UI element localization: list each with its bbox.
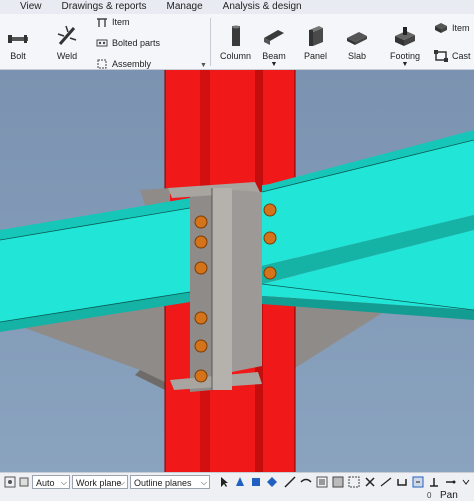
model-3d-view[interactable] <box>0 70 474 472</box>
snap-perpendicular-icon[interactable] <box>428 476 440 488</box>
cast-button[interactable]: Cast <box>434 50 471 62</box>
status-bar: Auto ⌵ Work plane ⌵ Outline planes ⌵ <box>0 472 474 491</box>
bolt-button[interactable]: Bolt <box>6 28 30 61</box>
snap-line-icon[interactable] <box>380 476 392 488</box>
bolted-parts-label: Bolted parts <box>112 38 161 48</box>
bolt-label: Bolt <box>10 51 26 61</box>
snap-extension-icon[interactable] <box>444 476 456 488</box>
menu-manage[interactable]: Manage <box>157 0 213 14</box>
ribbon: Bolt Weld Item Bolted parts Assembly ▼ C… <box>0 14 474 70</box>
footing-icon <box>395 27 416 46</box>
ribbon-separator <box>210 18 211 66</box>
outline-planes-combo[interactable]: Outline planes ⌵ <box>130 475 210 489</box>
menu-view[interactable]: View <box>0 0 52 14</box>
weld-label: Weld <box>56 51 78 61</box>
work-plane-combo[interactable]: Work plane ⌵ <box>72 475 128 489</box>
bolted-parts-button[interactable]: Bolted parts <box>96 37 160 49</box>
bolt-icon <box>8 35 28 43</box>
column-icon <box>231 25 240 46</box>
select-lines-icon[interactable] <box>284 476 296 488</box>
selection-mode-combo[interactable]: Auto ⌵ <box>32 475 70 489</box>
footing-button[interactable]: Footing ▼ <box>390 24 420 68</box>
panel-label: Panel <box>304 51 328 61</box>
slab-icon <box>347 32 367 45</box>
slab-button[interactable]: Slab <box>345 28 369 61</box>
cube-icon <box>435 23 447 33</box>
beam-icon <box>264 30 284 45</box>
work-plane-value: Work plane <box>76 478 122 488</box>
column-button[interactable]: Column <box>220 24 251 61</box>
panel-icon <box>308 26 323 46</box>
item-button[interactable]: Item <box>96 16 130 28</box>
chevron-down-icon: ⌵ <box>60 478 67 487</box>
bolted-parts-icon <box>96 39 108 47</box>
footing-dropdown-icon[interactable]: ▼ <box>402 61 409 68</box>
menu-bar: View Drawings & reports Manage Analysis … <box>0 0 474 14</box>
assembly-label: Assembly <box>112 59 152 69</box>
item-right-button[interactable]: Item <box>434 22 470 34</box>
cast-icon <box>434 50 448 62</box>
snap-settings-icon[interactable] <box>4 476 16 488</box>
beam-label: Beam <box>262 51 286 61</box>
item-icon <box>97 18 107 27</box>
menu-drawings-reports[interactable]: Drawings & reports <box>52 0 157 14</box>
chevron-down-icon: ⌵ <box>200 478 207 487</box>
footing-label: Footing <box>390 51 421 61</box>
select-components-icon[interactable] <box>316 476 328 488</box>
select-objects-icon[interactable] <box>234 476 246 488</box>
message-row: 0 Pan <box>0 490 474 501</box>
item-right-label: Item <box>452 23 470 33</box>
select-switch-icon[interactable] <box>18 476 30 488</box>
select-bolts-icon[interactable] <box>348 476 360 488</box>
column-label: Column <box>220 51 252 61</box>
panel-button[interactable]: Panel <box>304 24 327 61</box>
cast-label: Cast <box>452 51 471 61</box>
item-label: Item <box>112 17 130 27</box>
current-mode-text: Pan <box>440 490 458 501</box>
ribbon-expand-icon[interactable]: ▼ <box>200 62 207 69</box>
select-assemblies-icon[interactable] <box>332 476 344 488</box>
pointer-icon[interactable] <box>218 476 230 488</box>
beam-button[interactable]: Beam ▼ <box>262 24 286 68</box>
menu-analysis-design[interactable]: Analysis & design <box>213 0 312 14</box>
outline-planes-value: Outline planes <box>134 478 192 488</box>
more-icon[interactable] <box>460 476 472 488</box>
snap-arc-icon[interactable] <box>396 476 408 488</box>
beam-dropdown-icon[interactable]: ▼ <box>271 61 278 68</box>
chevron-down-icon: ⌵ <box>118 478 125 487</box>
select-points-icon[interactable] <box>266 476 278 488</box>
select-parts-icon[interactable] <box>250 476 262 488</box>
weld-button[interactable]: Weld <box>54 22 80 61</box>
scissors-icon[interactable] <box>364 476 376 488</box>
slab-label: Slab <box>347 51 366 61</box>
model-viewport[interactable] <box>0 70 474 472</box>
counter-text: 0 <box>427 491 432 500</box>
assembly-icon <box>97 59 107 69</box>
snap-midpoint-icon[interactable] <box>412 476 424 488</box>
weld-icon <box>57 25 77 45</box>
select-welds-icon[interactable] <box>300 476 312 488</box>
selection-mode-value: Auto <box>36 478 55 488</box>
assembly-button[interactable]: Assembly <box>96 58 151 70</box>
